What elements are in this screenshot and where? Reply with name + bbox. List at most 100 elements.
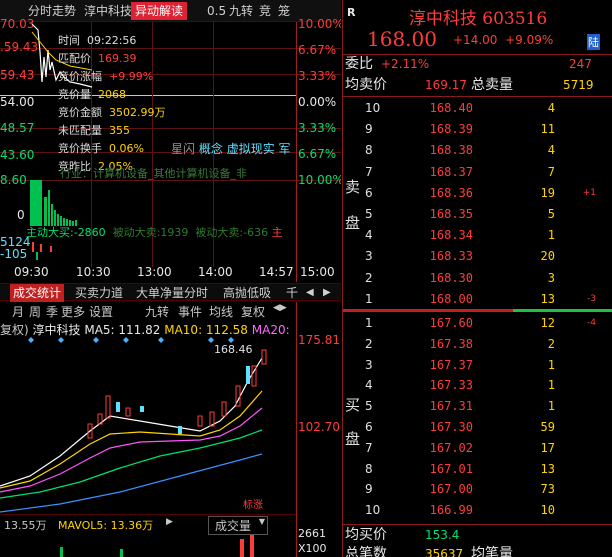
last-price: 168.00 [367,27,437,51]
ask-row[interactable]: 3 168.33 20 [343,247,612,265]
pct-tick: 6.67% [298,43,337,57]
time-tick: 15:00 [300,265,335,279]
scroll-arrows-icon[interactable]: ◀▶ [273,303,287,313]
avg-sell-row: 均卖价 169.17 总卖量 5719 [345,77,594,93]
ask-price[interactable]: 168.34 [425,226,473,244]
period-month[interactable]: 月 [12,303,24,320]
industry-row[interactable]: 行业：计算机设备_其他计算机设备_非 [60,165,247,181]
bid-price[interactable]: 167.60 [425,314,473,332]
adjust-button[interactable]: 复权 [241,303,265,320]
ask-price[interactable]: 168.30 [425,269,473,287]
bid-price[interactable]: 167.00 [425,480,473,498]
tab-buy-sell-force[interactable]: 买卖力道 [75,284,123,302]
bid-price[interactable]: 166.99 [425,501,473,519]
pct-tick: 10.00% [298,17,341,31]
bid-level: 5 [365,399,373,414]
bid-row[interactable]: 3 167.37 1 [343,356,612,374]
bid-row[interactable]: 6 167.30 59 [343,418,612,436]
ask-level: 1 [365,291,373,306]
prev-tab-icon[interactable]: ◀ [306,284,314,302]
ask-level: 8 [365,143,373,158]
ask-level: 7 [365,164,373,179]
stock-code: 603516 [482,9,548,29]
bid-price[interactable]: 167.37 [425,356,473,374]
tab-more[interactable]: 千 [286,284,298,302]
bid-change: -4 [587,318,596,328]
volume-bars [60,535,254,557]
concept-link[interactable]: 概念 [199,142,223,156]
bid-price[interactable]: 167.01 [425,460,473,478]
bid-row[interactable]: 5 167.31 1 [343,397,612,415]
mavol-row: 13.55万 MAVOL5: 13.36万 ▶ 成交量 ▼ [0,514,296,535]
ask-row[interactable]: 6 168.36 19 +1 [343,184,612,202]
bid-price[interactable]: 167.02 [425,439,473,457]
next-tab-icon[interactable]: ▶ [323,284,331,302]
bid-row[interactable]: 1 167.60 12 -4 [343,314,612,332]
tab-intraday[interactable]: 分时走势 [28,2,76,20]
ask-row[interactable]: 9 168.39 11 [343,120,612,138]
nine-turn-button[interactable]: 九转 [145,303,169,320]
ask-price[interactable]: 168.40 [425,99,473,117]
tab-anomaly[interactable]: 异动解读 [131,2,188,20]
kline-high-label: 168.46 [214,343,253,356]
tab-stock-name[interactable]: 淳中科技 [84,2,132,20]
tip-bid-change: 竞价涨幅 +9.99% [58,70,154,83]
ask-volume: 13 [540,291,555,306]
tab-high-low[interactable]: 高抛低吸 [223,284,271,302]
period-quarter[interactable]: 季 [46,303,58,320]
dropdown-arrow-icon[interactable]: ▶ [166,517,173,527]
more-button[interactable]: 更多 [61,303,85,320]
ask-price[interactable]: 168.38 [425,141,473,159]
ask-row[interactable]: 5 168.35 5 [343,205,612,223]
time-tick: 14:00 [198,265,233,279]
tab-bid[interactable]: 竞 [259,2,271,20]
tab-zoom[interactable]: 0.5 [207,2,226,20]
bid-row[interactable]: 10 166.99 10 [343,501,612,519]
bid-price[interactable]: 167.30 [425,418,473,436]
bid-row[interactable]: 8 167.01 13 [343,460,612,478]
bid-row[interactable]: 7 167.02 17 [343,439,612,457]
bid-level: 1 [365,316,373,330]
bid-ask-bar-green [513,309,612,312]
ask-price[interactable]: 168.39 [425,120,473,138]
ask-volume: 19 [540,185,555,200]
bid-price[interactable]: 167.33 [425,376,473,394]
bid-price[interactable]: 167.38 [425,335,473,353]
ask-level: 5 [365,207,373,221]
concept-link[interactable]: 虚拟现实 [227,142,275,156]
ask-row[interactable]: 4 168.34 1 [343,226,612,244]
period-week[interactable]: 周 [29,303,41,320]
pct-tick: 3.33% [298,121,337,135]
bid-price[interactable]: 167.31 [425,397,473,415]
ask-row[interactable]: 7 168.37 7 [343,163,612,181]
events-button[interactable]: 事件 [178,303,202,320]
price-change: +14.00 +9.09% [453,33,554,47]
bid-row[interactable]: 4 167.33 1 [343,376,612,394]
settings-button[interactable]: 设置 [89,303,113,320]
tab-nine-turn[interactable]: 九转 [229,2,253,20]
ask-price[interactable]: 168.37 [425,163,473,181]
ask-row[interactable]: 2 168.30 3 [343,269,612,287]
bid-level: 4 [365,378,373,393]
tab-cage[interactable]: 笼 [278,2,290,20]
ask-volume: 1 [547,228,555,243]
tab-trade-stats[interactable]: 成交统计 [10,284,65,302]
bid-row[interactable]: 9 167.00 73 [343,480,612,498]
bid-row[interactable]: 2 167.38 2 [343,335,612,353]
auction-tooltip: 时间 09:22:56 匹配价 169.39 竞价涨幅 +9.99% 竞价量 2… [38,22,298,192]
ask-price[interactable]: 168.35 [425,205,473,223]
ask-price[interactable]: 168.33 [425,247,473,265]
time-tick: 14:57 [259,265,294,279]
ask-row[interactable]: 8 168.38 4 [343,141,612,159]
ask-price[interactable]: 168.00 [425,290,473,308]
ask-row[interactable]: 1 168.00 13 -3 [343,290,612,308]
tip-time: 时间 09:22:56 [58,34,137,47]
stock-title: 淳中科技 603516 [343,4,612,29]
ask-volume: 11 [540,122,555,137]
ask-price[interactable]: 168.36 [425,184,473,202]
ask-row[interactable]: 10 168.40 4 [343,99,612,117]
tab-big-order[interactable]: 大单净量分时 [136,284,208,302]
ma-button[interactable]: 均线 [209,303,233,320]
concept-link[interactable]: 军 [279,142,291,156]
pct-tick: 6.67% [298,147,337,161]
